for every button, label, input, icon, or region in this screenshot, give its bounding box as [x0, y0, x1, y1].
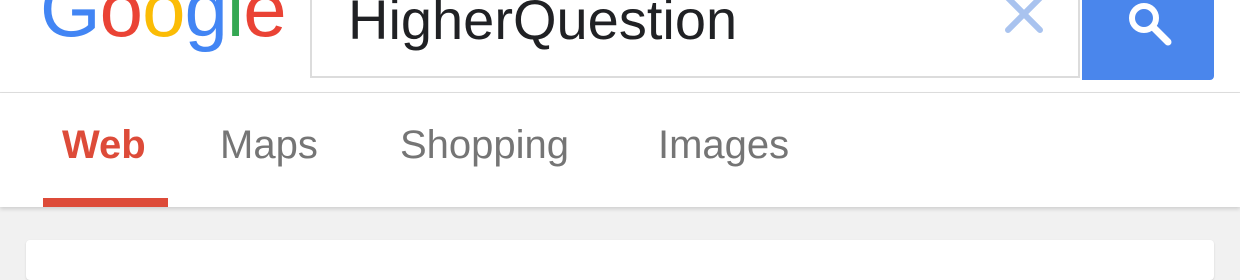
header-bar: Google: [0, 0, 1240, 93]
google-logo[interactable]: Google: [40, 0, 287, 53]
logo-letter: G: [40, 0, 101, 53]
logo-letter: l: [226, 0, 244, 53]
result-card: [26, 240, 1214, 280]
close-icon[interactable]: [998, 0, 1052, 44]
logo-letter: o: [142, 0, 185, 53]
search-button[interactable]: [1082, 0, 1214, 80]
logo-letter: e: [243, 0, 286, 53]
search-box: [310, 0, 1080, 78]
search-tabs: Web Maps Shopping Images: [0, 93, 1240, 207]
logo-letter: g: [184, 0, 227, 53]
tab-maps[interactable]: Maps: [220, 123, 318, 168]
tab-web[interactable]: Web: [62, 123, 146, 168]
tab-images[interactable]: Images: [658, 123, 789, 168]
search-input[interactable]: [348, 0, 988, 54]
active-tab-indicator: [43, 198, 168, 207]
tab-shopping[interactable]: Shopping: [400, 123, 569, 168]
logo-letter: o: [99, 0, 143, 53]
search-icon: [1129, 3, 1172, 46]
